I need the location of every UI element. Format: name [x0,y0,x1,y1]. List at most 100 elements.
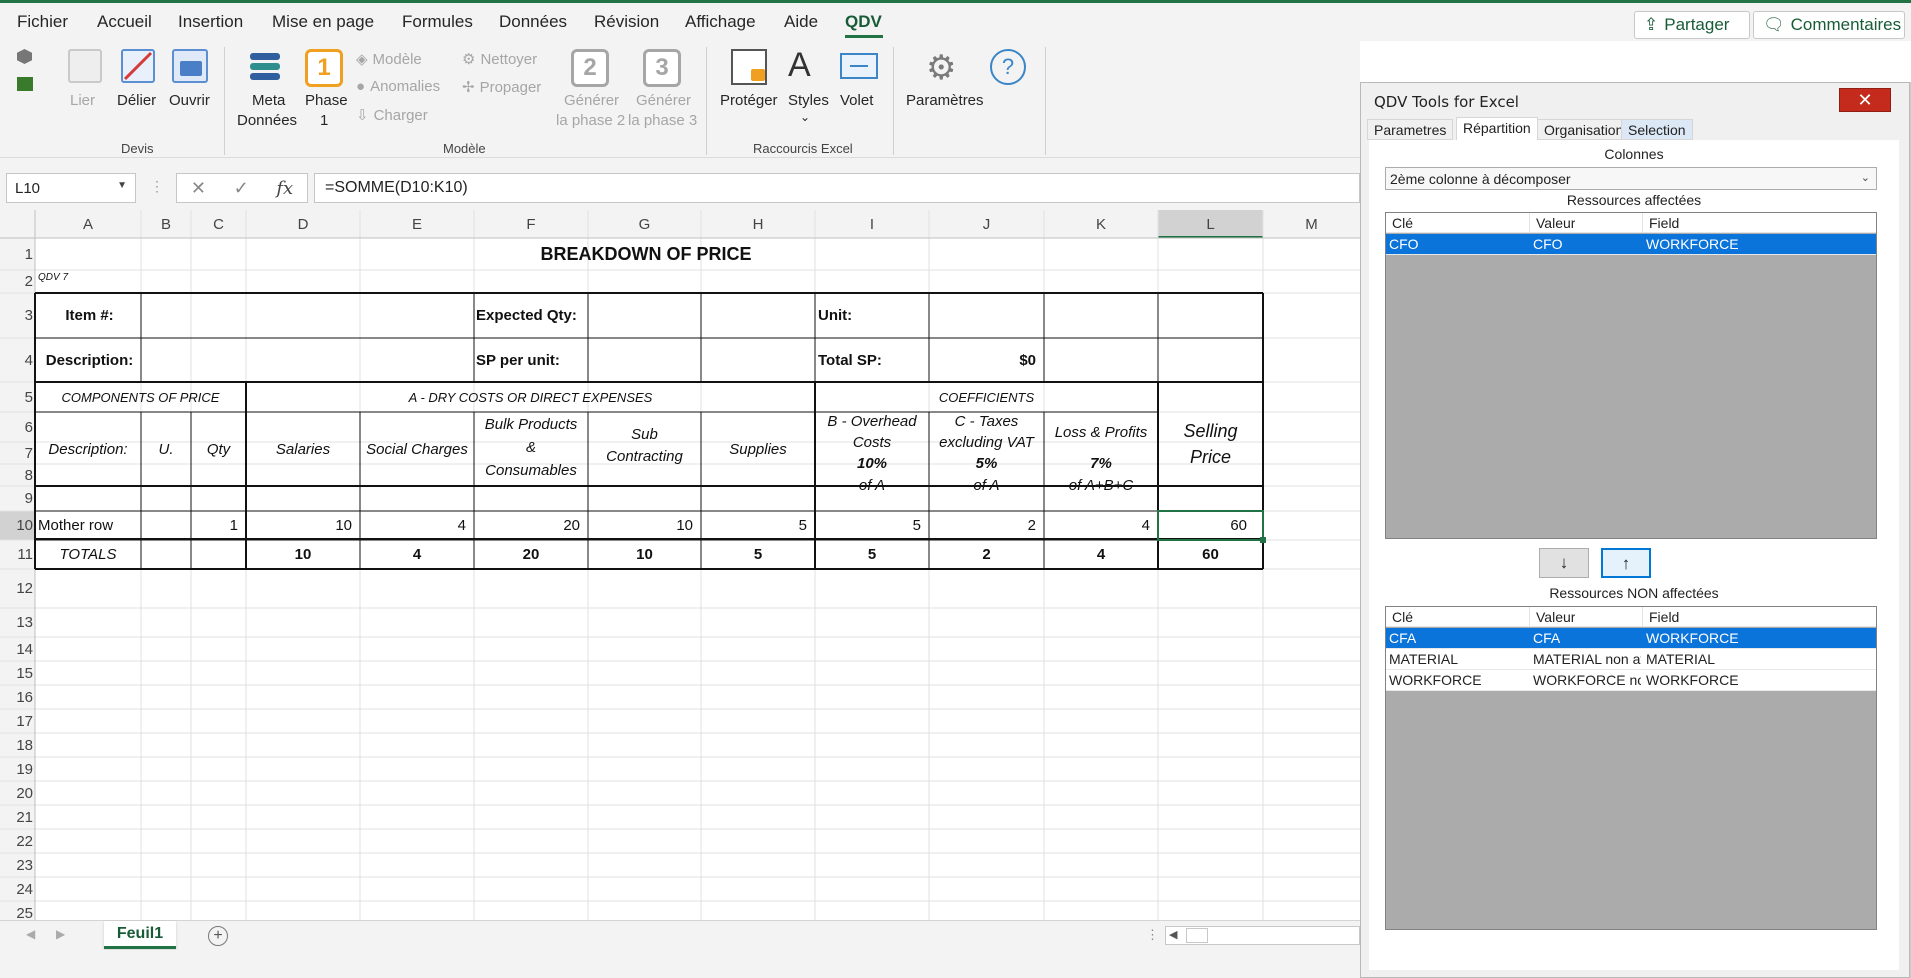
menu-tab-aide[interactable]: Aide [784,12,818,32]
components-header[interactable]: COMPONENTS OF PRICE [35,382,246,412]
delier-button[interactable]: Délier [117,91,156,111]
move-up-button[interactable]: ↑ [1601,548,1651,578]
column-header-b[interactable]: B [141,210,191,238]
header-cle[interactable]: Clé [1392,215,1413,231]
row-header-2[interactable]: 2 [0,270,33,293]
mother-row-salaries[interactable]: 10 [246,511,360,540]
list-item[interactable]: MATERIAL MATERIAL non aff... MATERIAL [1386,649,1876,670]
move-down-button[interactable]: ↓ [1539,548,1589,578]
anomalies-button[interactable]: ● Anomalies [356,78,440,95]
cancel-icon[interactable]: ✕ [191,178,206,199]
horizontal-scrollbar[interactable]: ◀ [1165,926,1360,945]
parametres-button[interactable]: Paramètres [906,91,984,111]
col-taxes-vat[interactable]: excluding VAT [929,431,1044,453]
row-header-13[interactable]: 13 [0,608,33,637]
totals-salaries[interactable]: 10 [246,539,360,569]
tab-repartition[interactable]: Répartition [1456,117,1538,141]
phase1-button-line2[interactable]: 1 [320,111,328,131]
tab-selection[interactable]: Selection [1621,119,1693,140]
cube-icon[interactable] [17,49,32,64]
check-icon[interactable]: ✓ [234,178,249,199]
affectees-list[interactable]: Clé Valeur Field CFO CFO WORKFORCE [1385,212,1877,539]
header-field[interactable]: Field [1649,215,1679,231]
mother-row-selling[interactable]: 60 [1158,511,1263,540]
row-header-1[interactable]: 1 [0,238,33,270]
row-header-24[interactable]: 24 [0,877,33,901]
totals-supplies[interactable]: 5 [701,539,815,569]
fx-icon[interactable]: fx [276,178,293,199]
row-header-22[interactable]: 22 [0,829,33,853]
col-description[interactable]: Description: [35,412,141,486]
mother-row-social[interactable]: 4 [360,511,474,540]
row-header-10[interactable]: 10 [0,511,33,540]
chalkboard-icon[interactable] [17,77,33,91]
col-supplies[interactable]: Supplies [701,412,815,486]
totals-label[interactable]: TOTALS [35,539,141,569]
name-box[interactable]: L10 ▼ [6,173,136,203]
row-header-12[interactable]: 12 [0,569,33,608]
totals-selling[interactable]: 60 [1158,539,1263,569]
chevron-down-icon[interactable]: ⌄ [1861,171,1870,184]
header-valeur[interactable]: Valeur [1536,609,1575,625]
column-header-m[interactable]: M [1263,210,1360,238]
spreadsheet-grid[interactable]: A B C D E F G H I J K L M 1 2 3 4 5 6 7 8 9 10 11 12 13 14 15 16 17 18… [0,210,1360,920]
totals-sub[interactable]: 10 [588,539,701,569]
menu-tab-accueil[interactable]: Accueil [97,12,152,32]
col-loss[interactable]: Loss & Profits [1044,420,1158,444]
total-sp-label[interactable]: Total SP: [818,338,929,382]
qdv-tag[interactable]: QDV 7 [38,270,98,284]
column-header-k[interactable]: K [1044,210,1158,238]
col-bulk-consumables[interactable]: Consumables [474,458,588,482]
column-header-f[interactable]: F [474,210,588,238]
header-cle[interactable]: Clé [1392,609,1413,625]
header-valeur[interactable]: Valeur [1536,215,1575,231]
mother-row-label[interactable]: Mother row [38,511,141,540]
mother-row-sub[interactable]: 10 [588,511,701,540]
share-button[interactable]: ⇪ Partager [1634,11,1750,39]
column-header-i[interactable]: I [815,210,929,238]
tab-organisation[interactable]: Organisation [1537,119,1631,140]
propager-button[interactable]: ✢ Propager [462,78,541,97]
chevron-down-icon[interactable]: ▼ [117,180,127,191]
col-overhead[interactable]: B - Overhead [815,410,929,432]
menu-tab-donnees[interactable]: Données [499,12,567,32]
comments-button[interactable]: 🗨 Commentaires [1753,11,1905,39]
list-item[interactable]: CFO CFO WORKFORCE [1386,234,1876,255]
row-header-18[interactable]: 18 [0,733,33,757]
unit-label[interactable]: Unit: [818,293,929,338]
sp-per-unit-label[interactable]: SP per unit: [476,338,588,382]
gen3-button-line2[interactable]: la phase 3 [628,111,697,131]
row-header-19[interactable]: 19 [0,757,33,781]
totals-social[interactable]: 4 [360,539,474,569]
row-header-14[interactable]: 14 [0,637,33,661]
coefficients-header[interactable]: COEFFICIENTS [815,382,1158,412]
list-item[interactable]: CFA CFA WORKFORCE [1386,628,1876,649]
add-sheet-button[interactable]: + [208,926,228,946]
col-qty[interactable]: Qty [191,412,246,486]
scroll-thumb[interactable] [1186,928,1208,943]
proteger-button[interactable]: Protéger [720,91,778,111]
formula-input[interactable]: =SOMME(D10:K10) [314,173,1360,203]
lier-button[interactable]: Lier [70,91,95,111]
row-header-25[interactable]: 25 [0,901,33,921]
modele-button[interactable]: ◈ Modèle [356,50,422,69]
mother-row-qty[interactable]: 1 [191,511,246,540]
row-header-20[interactable]: 20 [0,781,33,805]
col-contracting[interactable]: Contracting [588,444,701,468]
column-header-a[interactable]: A [35,210,141,238]
row-header-16[interactable]: 16 [0,685,33,709]
list-item[interactable]: WORKFORCE WORKFORCE no... WORKFORCE [1386,670,1876,691]
col-overhead-pct[interactable]: 10% [815,453,929,473]
mother-row-supplies[interactable]: 5 [701,511,815,540]
row-header-8[interactable]: 8 [0,464,33,486]
non-affectees-list[interactable]: Clé Valeur Field CFA CFA WORKFORCE MATER… [1385,606,1877,930]
total-sp-value[interactable]: $0 [929,338,1036,382]
row-header-9[interactable]: 9 [0,486,33,511]
more-icon[interactable]: ⋮ [150,178,164,195]
help-icon[interactable]: ? [990,49,1026,85]
col-taxes-of[interactable]: of A [929,474,1044,496]
column-header-j[interactable]: J [929,210,1044,238]
gen2-button-line1[interactable]: Générer [564,91,619,111]
totals-overhead[interactable]: 5 [815,539,929,569]
gen2-button-line2[interactable]: la phase 2 [556,111,625,131]
